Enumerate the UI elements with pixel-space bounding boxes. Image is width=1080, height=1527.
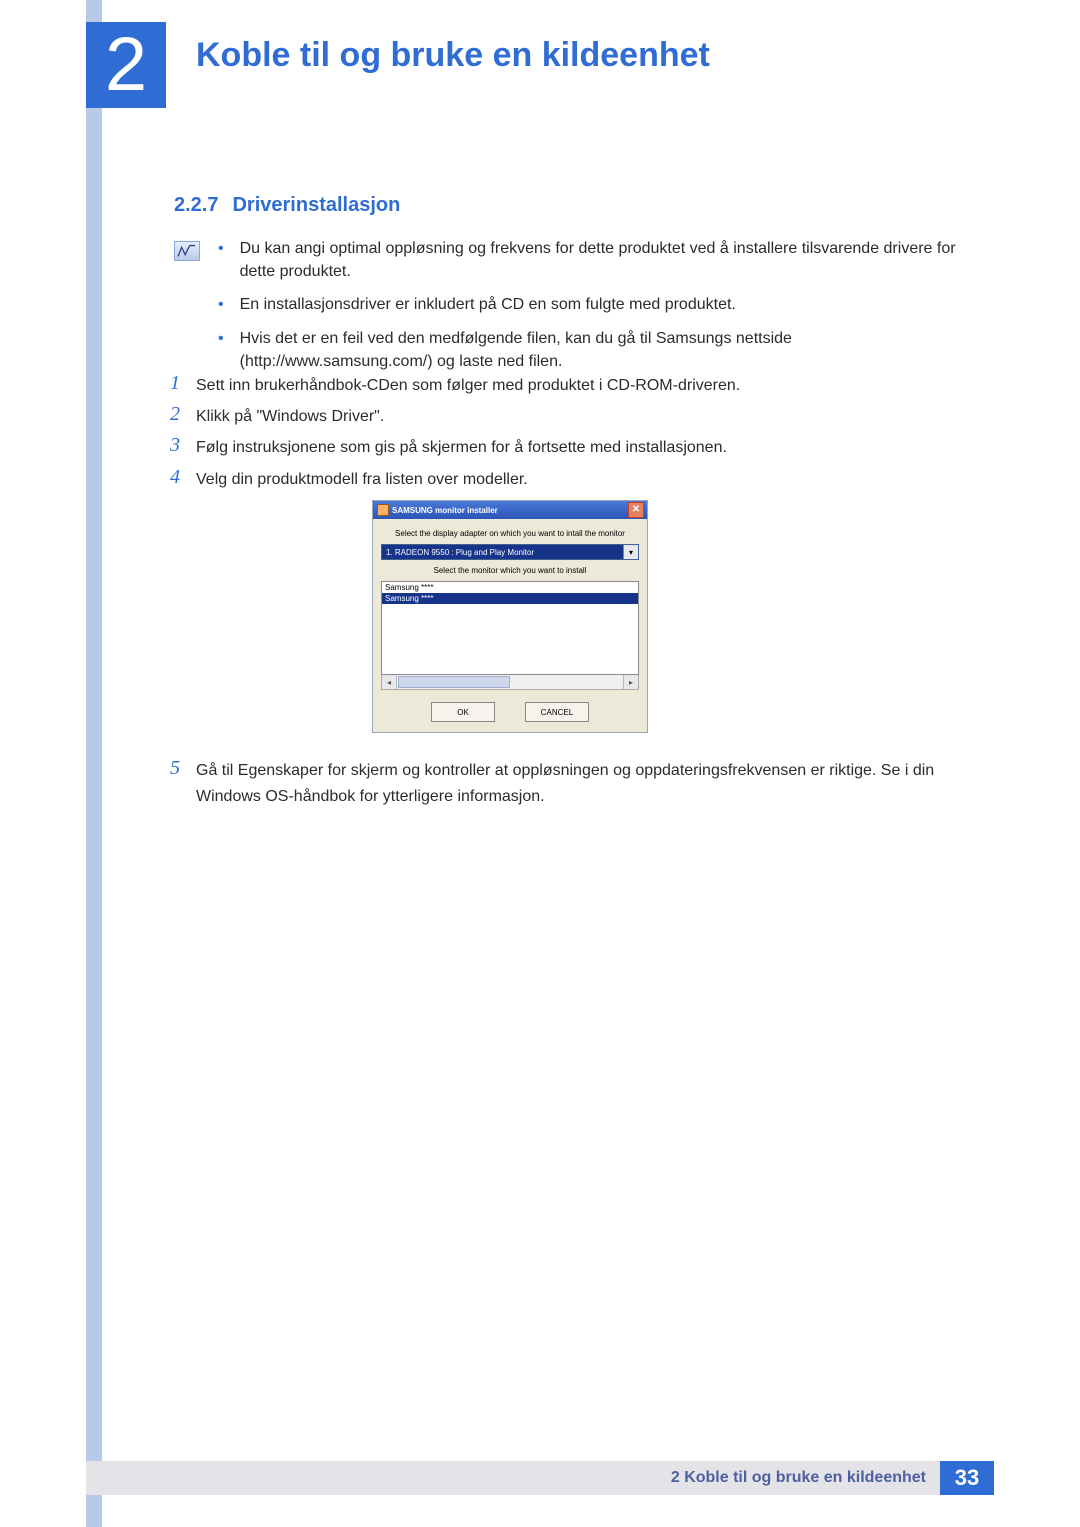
close-icon[interactable]: ✕ — [628, 502, 644, 518]
left-accent-strip — [86, 0, 102, 1527]
cancel-button[interactable]: CANCEL — [525, 702, 589, 722]
step-number: 1 — [170, 370, 196, 399]
scroll-right-icon[interactable]: ▸ — [623, 675, 638, 689]
note-text: Du kan angi optimal oppløsning og frekve… — [240, 237, 988, 283]
note-text: Hvis det er en feil ved den medfølgende … — [240, 327, 988, 373]
bullet-icon: • — [218, 293, 224, 316]
adapter-selected-value: 1. RADEON 9550 : Plug and Play Monitor — [386, 548, 623, 557]
note-item: • Du kan angi optimal oppløsning og frek… — [218, 237, 988, 283]
dialog-title-text: SAMSUNG monitor installer — [392, 506, 498, 515]
step-item: 2 Klikk på "Windows Driver". — [170, 401, 988, 430]
dialog-button-row: OK CANCEL — [381, 702, 639, 722]
monitor-listbox[interactable]: Samsung **** Samsung **** — [381, 581, 639, 675]
dialog-titlebar: SAMSUNG monitor installer ✕ — [373, 501, 647, 519]
scroll-left-icon[interactable]: ◂ — [382, 675, 397, 689]
chevron-down-icon[interactable]: ▾ — [623, 545, 638, 559]
page-footer: 2 Koble til og bruke en kildeenhet 33 — [86, 1461, 994, 1495]
adapter-dropdown[interactable]: 1. RADEON 9550 : Plug and Play Monitor ▾ — [381, 544, 639, 560]
ok-button[interactable]: OK — [431, 702, 495, 722]
chapter-title: Koble til og bruke en kildeenhet — [196, 36, 710, 75]
note-icon — [174, 241, 200, 261]
chapter-number-badge: 2 — [86, 22, 166, 108]
step-text: Følg instruksjonene som gis på skjermen … — [196, 432, 988, 461]
bullet-icon: • — [218, 237, 224, 283]
note-item: • En installasjonsdriver er inkludert på… — [218, 293, 988, 316]
installer-dialog: SAMSUNG monitor installer ✕ Select the d… — [372, 500, 648, 733]
step-item: 1 Sett inn brukerhåndbok-CDen som følger… — [170, 370, 988, 399]
step-item: 4 Velg din produktmodell fra listen over… — [170, 464, 988, 493]
step-item: 3 Følg instruksjonene som gis på skjerme… — [170, 432, 988, 461]
list-item-selected[interactable]: Samsung **** — [382, 593, 638, 604]
step-item: 5 Gå til Egenskaper for skjerm og kontro… — [170, 756, 988, 809]
footer-chapter-label: 2 Koble til og bruke en kildeenhet — [86, 1461, 940, 1495]
horizontal-scrollbar[interactable]: ◂ ▸ — [381, 675, 639, 690]
scroll-track[interactable] — [511, 675, 623, 689]
step-number: 5 — [170, 756, 196, 809]
section-title: Driverinstallasjon — [232, 194, 400, 216]
step-text: Gå til Egenskaper for skjerm og kontroll… — [196, 756, 988, 809]
scroll-thumb[interactable] — [398, 676, 510, 688]
step-number: 4 — [170, 464, 196, 493]
step-number: 3 — [170, 432, 196, 461]
step-text: Velg din produktmodell fra listen over m… — [196, 464, 988, 493]
section-number: 2.2.7 — [174, 194, 218, 216]
list-item[interactable]: Samsung **** — [382, 582, 638, 593]
note-list: • Du kan angi optimal oppløsning og frek… — [218, 237, 988, 383]
steps-list: 1 Sett inn brukerhåndbok-CDen som følger… — [170, 370, 988, 495]
note-text: En installasjonsdriver er inkludert på C… — [240, 293, 988, 316]
section-heading: 2.2.7 Driverinstallasjon — [174, 194, 400, 217]
step-text: Sett inn brukerhåndbok-CDen som følger m… — [196, 370, 988, 399]
page-number: 33 — [940, 1461, 994, 1495]
step-text: Klikk på "Windows Driver". — [196, 401, 988, 430]
adapter-label: Select the display adapter on which you … — [381, 529, 639, 538]
monitor-label: Select the monitor which you want to ins… — [381, 566, 639, 575]
note-item: • Hvis det er en feil ved den medfølgend… — [218, 327, 988, 373]
dialog-app-icon — [377, 504, 389, 516]
bullet-icon: • — [218, 327, 224, 373]
step-number: 2 — [170, 401, 196, 430]
dialog-body: Select the display adapter on which you … — [373, 519, 647, 732]
